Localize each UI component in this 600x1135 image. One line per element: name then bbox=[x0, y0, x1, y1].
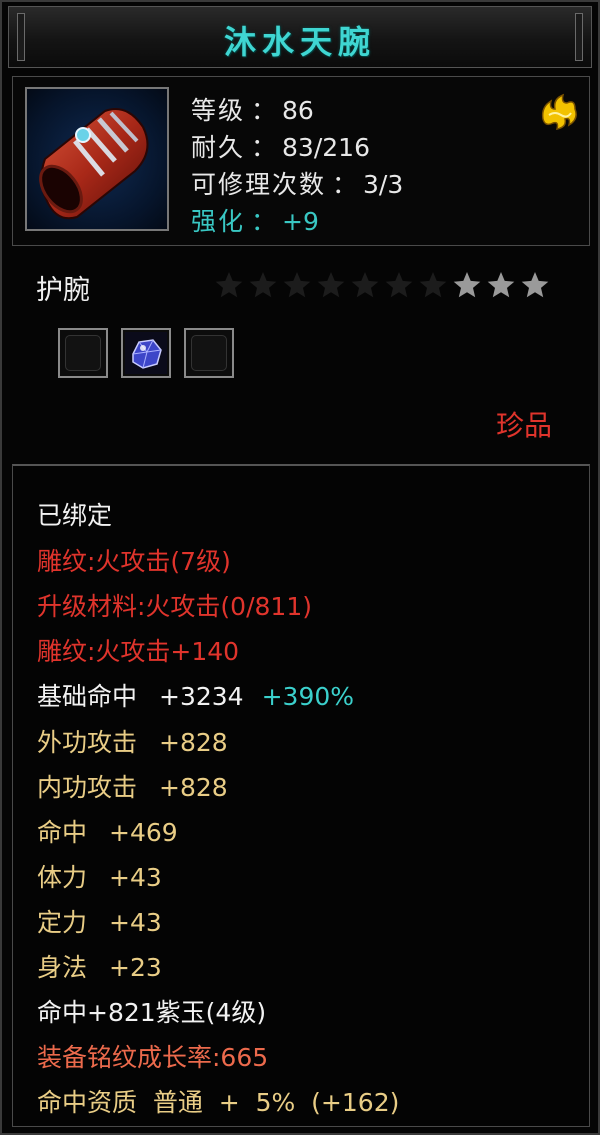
upgrade-material: 升级材料:火攻击(0/811) bbox=[37, 592, 312, 621]
star-filled-icon bbox=[453, 272, 481, 298]
star-empty-icon bbox=[249, 272, 277, 298]
star-empty-icon bbox=[385, 272, 413, 298]
repair-value: 3/3 bbox=[363, 170, 404, 199]
hit-line: 命中 +469 bbox=[37, 818, 178, 847]
star-empty-icon bbox=[351, 272, 379, 298]
focus-line: 定力 +43 bbox=[37, 908, 162, 937]
stamina-line: 体力 +43 bbox=[37, 863, 162, 892]
base-hit-line: 基础命中 +3234 +390% bbox=[37, 682, 355, 711]
title-ornament-right bbox=[575, 13, 583, 61]
star-empty-icon bbox=[215, 272, 243, 298]
bracer-item-icon bbox=[25, 87, 169, 231]
quality-label: 珍品 bbox=[495, 409, 552, 442]
star-empty-icon bbox=[283, 272, 311, 298]
attribute-panel: 已绑定 雕纹:火攻击(7级) 升级材料:火攻击(0/811) 雕纹:火攻击+14… bbox=[12, 464, 590, 1127]
growth-rate-line: 装备铭纹成长率:665 bbox=[37, 1043, 269, 1072]
durability-line: 耐久： 83/216 bbox=[191, 133, 370, 162]
external-attack-line: 外功攻击 +828 bbox=[37, 728, 228, 757]
gem-slot-3[interactable] bbox=[184, 328, 234, 378]
gem-bonus-line: 命中+821紫玉(4级) bbox=[37, 998, 267, 1027]
star-empty-icon bbox=[317, 272, 345, 298]
internal-attack-line: 内功攻击 +828 bbox=[37, 773, 228, 802]
durability-value: 83/216 bbox=[282, 133, 370, 162]
item-type: 护腕 bbox=[36, 275, 90, 306]
level-line: 等级： 86 bbox=[191, 96, 314, 125]
star-empty-icon bbox=[419, 272, 447, 298]
star-filled-icon bbox=[521, 272, 549, 298]
empty-slot-icon bbox=[191, 335, 227, 371]
gem-slot-1[interactable] bbox=[58, 328, 108, 378]
item-tooltip: 沐水天腕 等级 ： 86 耐久 ： 83/216 可修理次数 ： 3/3 强化 … bbox=[0, 0, 600, 1135]
gem-slot-2[interactable] bbox=[121, 328, 171, 378]
base-hit-bonus: +390% bbox=[261, 682, 355, 711]
engrave-level: 雕纹:火攻击(7级) bbox=[37, 547, 231, 576]
gold-emblem-icon bbox=[535, 89, 581, 135]
empty-slot-icon bbox=[65, 335, 101, 371]
level-value: 86 bbox=[282, 96, 314, 125]
engrave-bonus: 雕纹:火攻击+140 bbox=[37, 637, 240, 666]
repair-line: 可修理次数： 3/3 bbox=[191, 170, 404, 199]
base-hit-value: +3234 bbox=[159, 682, 244, 711]
star-rating bbox=[215, 272, 549, 298]
enhance-value: +9 bbox=[282, 207, 319, 236]
agility-line: 身法 +23 bbox=[37, 953, 162, 982]
star-filled-icon bbox=[487, 272, 515, 298]
bound-status: 已绑定 bbox=[37, 501, 113, 530]
item-header: 等级： 86 耐久： 83/216 可修理次数： 3/3 强化： +9 bbox=[12, 76, 590, 246]
title-bar: 沐水天腕 bbox=[8, 6, 592, 68]
purple-jade-gem-icon bbox=[125, 332, 167, 378]
enhance-line: 强化： +9 bbox=[191, 207, 319, 236]
item-title: 沐水天腕 bbox=[223, 23, 376, 61]
aptitude-line: 命中资质 普通 + 5% (+162) bbox=[37, 1088, 400, 1117]
